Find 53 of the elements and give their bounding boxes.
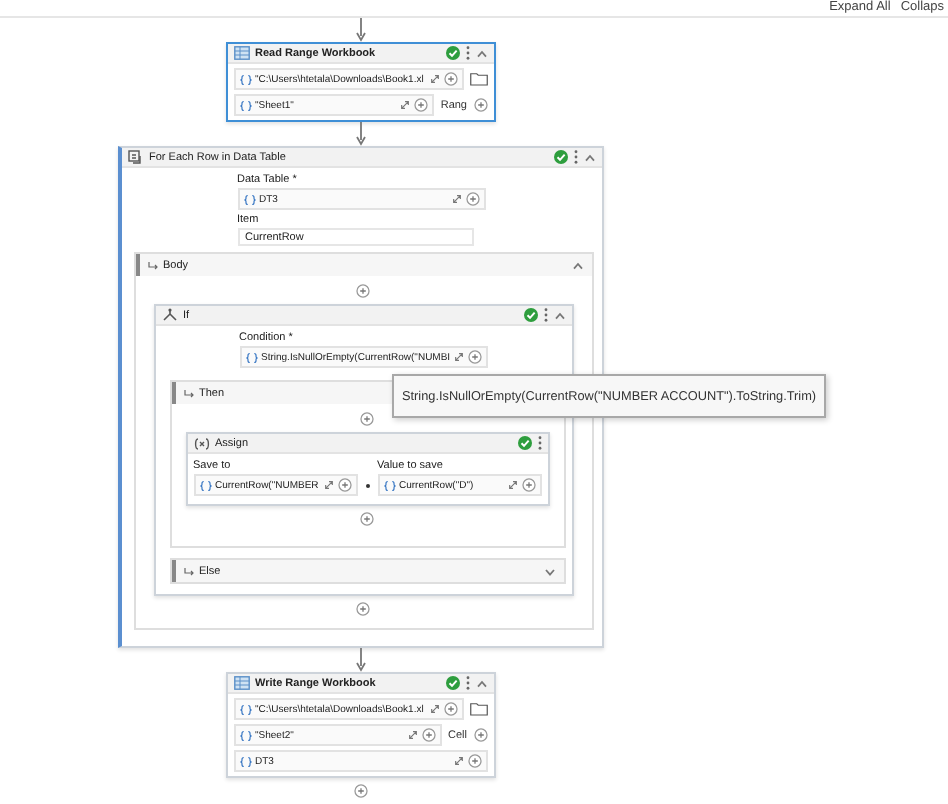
section-icon bbox=[147, 261, 157, 269]
connector-arrow bbox=[355, 122, 365, 146]
add-icon[interactable] bbox=[356, 284, 370, 298]
braces-icon[interactable] bbox=[239, 729, 251, 741]
assign-icon bbox=[193, 437, 209, 449]
add-icon[interactable] bbox=[360, 412, 374, 426]
add-option-icon[interactable] bbox=[521, 478, 535, 492]
braces-icon[interactable] bbox=[245, 351, 257, 363]
expand-editor-icon[interactable] bbox=[400, 100, 411, 110]
expand-editor-icon[interactable] bbox=[429, 74, 439, 84]
branch-icon bbox=[161, 308, 177, 322]
braces-icon[interactable] bbox=[239, 73, 251, 85]
folder-icon[interactable] bbox=[469, 702, 487, 716]
spreadsheet-icon bbox=[233, 676, 249, 690]
braces-icon[interactable] bbox=[243, 193, 255, 205]
add-option-icon[interactable] bbox=[468, 350, 483, 364]
braces-icon[interactable] bbox=[239, 755, 251, 767]
folder-icon[interactable] bbox=[469, 72, 487, 86]
add-option-icon[interactable] bbox=[337, 478, 351, 492]
add-option-icon[interactable] bbox=[414, 98, 429, 112]
collapse-icon[interactable] bbox=[475, 679, 487, 687]
collapse-icon[interactable] bbox=[553, 311, 565, 319]
connector-arrow bbox=[355, 18, 365, 42]
add-option-icon[interactable] bbox=[473, 728, 487, 742]
section-icon bbox=[183, 389, 193, 397]
collapse-icon[interactable] bbox=[475, 49, 487, 57]
add-icon[interactable] bbox=[353, 784, 367, 798]
braces-icon[interactable] bbox=[239, 99, 251, 111]
loop-icon bbox=[127, 150, 143, 164]
braces-icon[interactable] bbox=[199, 479, 211, 491]
add-option-icon[interactable] bbox=[467, 754, 481, 768]
add-option-icon[interactable] bbox=[422, 728, 437, 742]
expand-editor-icon[interactable] bbox=[408, 730, 419, 740]
expand-icon[interactable] bbox=[543, 567, 555, 575]
collapse-icon[interactable] bbox=[571, 261, 583, 269]
add-option-icon[interactable] bbox=[443, 702, 457, 716]
expand-editor-icon[interactable] bbox=[507, 480, 517, 490]
add-icon[interactable] bbox=[356, 602, 370, 616]
add-option-icon[interactable] bbox=[465, 192, 479, 206]
connector-arrow bbox=[355, 648, 365, 672]
spreadsheet-icon bbox=[233, 46, 249, 60]
expand-editor-icon[interactable] bbox=[429, 704, 439, 714]
add-option-icon[interactable] bbox=[443, 72, 457, 86]
expand-editor-icon[interactable] bbox=[454, 352, 465, 362]
expand-editor-icon[interactable] bbox=[451, 194, 461, 204]
collapse-icon[interactable] bbox=[583, 153, 595, 161]
braces-icon[interactable] bbox=[239, 703, 251, 715]
add-option-icon[interactable] bbox=[473, 98, 487, 112]
add-icon[interactable] bbox=[360, 512, 374, 526]
expand-editor-icon[interactable] bbox=[323, 480, 333, 490]
braces-icon[interactable] bbox=[383, 479, 395, 491]
expand-editor-icon[interactable] bbox=[453, 756, 463, 766]
section-icon bbox=[183, 567, 193, 575]
